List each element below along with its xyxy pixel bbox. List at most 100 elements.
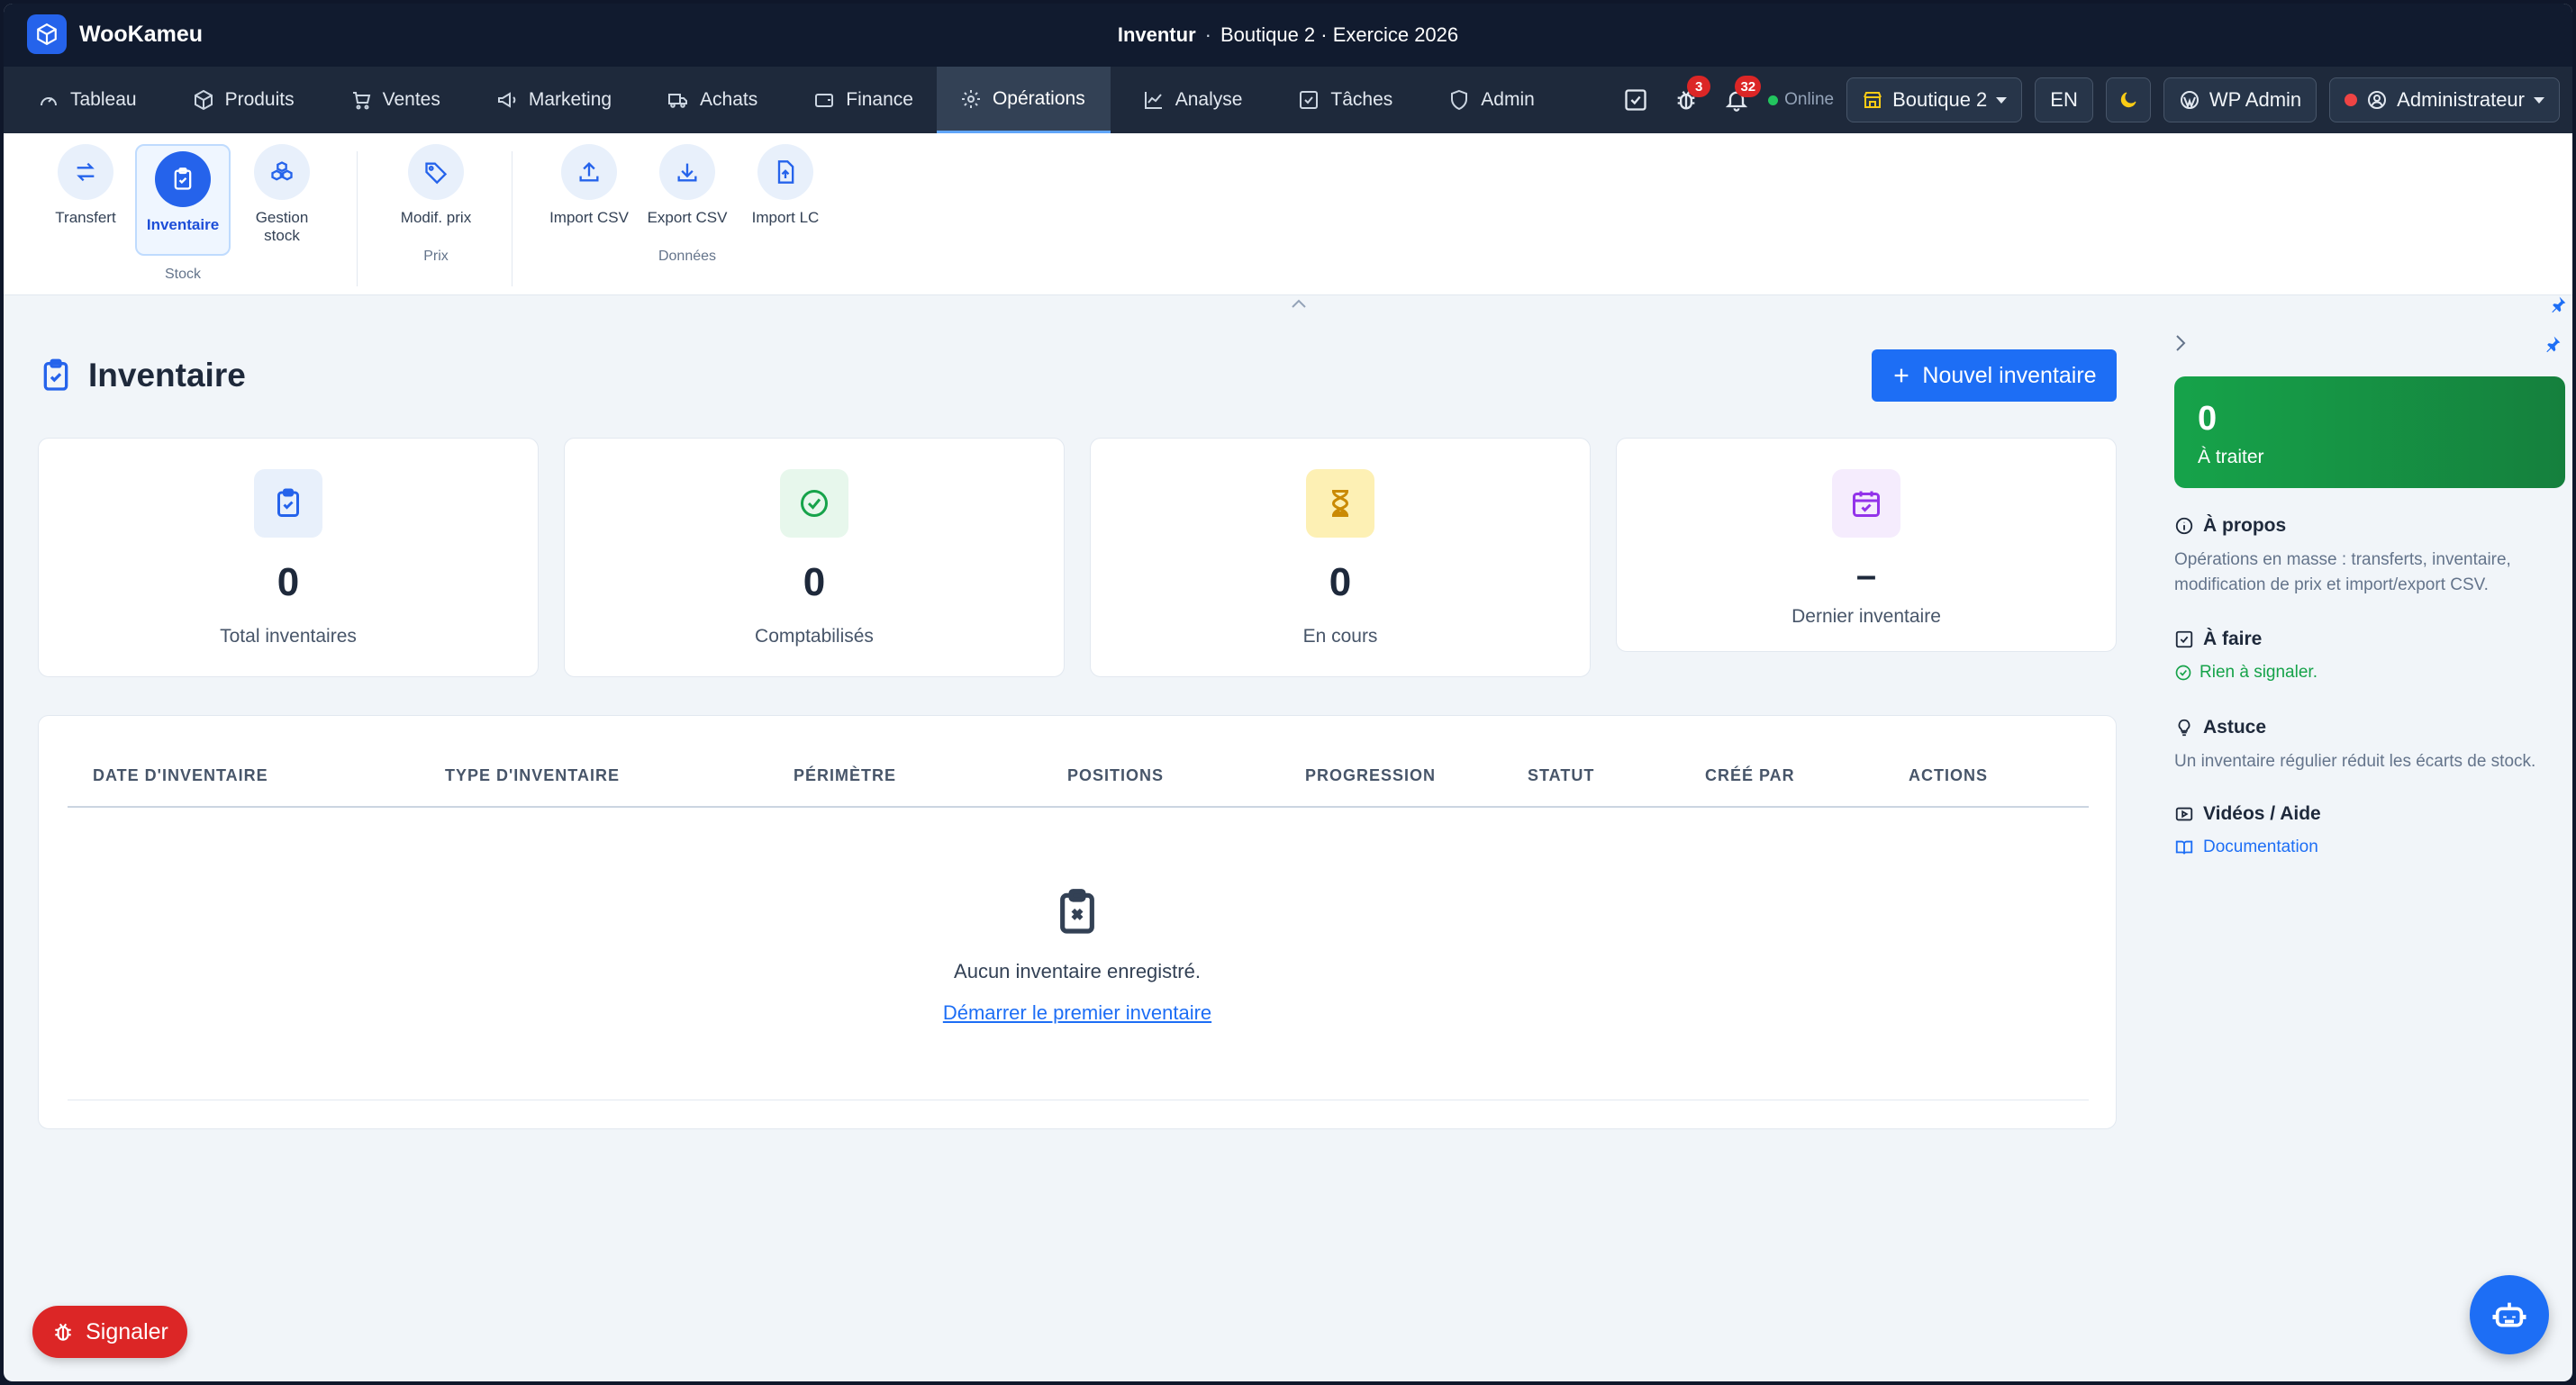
report-bug-label: Signaler: [86, 1318, 168, 1344]
nav-item-admin[interactable]: Admin: [1416, 67, 1558, 133]
ribbon-label: Modif. prix: [400, 209, 472, 226]
nav-label: Tableau: [70, 89, 137, 110]
side-about-title: À propos: [2203, 515, 2287, 536]
wordpress-icon: [2180, 91, 2199, 109]
tasks-check-button[interactable]: [1617, 81, 1655, 119]
bug-icon: [55, 1323, 71, 1341]
side-panel-collapse-chevron-right-icon[interactable]: [2174, 333, 2187, 358]
notifications-button[interactable]: 32: [1718, 76, 1762, 119]
online-label: Online: [1784, 90, 1835, 109]
language-button[interactable]: EN: [2035, 77, 2093, 122]
new-inventory-button[interactable]: Nouvel inventaire: [1872, 349, 2117, 402]
ribbon-export-csv-button[interactable]: Export CSV: [639, 144, 735, 227]
notification-count-badge: 32: [1735, 76, 1762, 97]
bug-report-button[interactable]: 3: [1667, 76, 1711, 119]
column-header-cree-par[interactable]: CRÉÉ PAR: [1705, 766, 1795, 785]
ribbon-label: Inventaire: [146, 216, 220, 233]
gauge-icon: [41, 97, 57, 106]
window-title-separator: ·: [1204, 23, 1211, 46]
nav-item-marketing[interactable]: Marketing: [464, 67, 635, 133]
ribbon-pin-icon[interactable]: [2549, 295, 2567, 318]
side-todo-title: À faire: [2203, 629, 2263, 649]
todo-summary-card[interactable]: 0 À traiter: [2174, 376, 2565, 488]
ribbon-inventaire-button[interactable]: Inventaire: [135, 144, 231, 256]
start-first-inventory-link[interactable]: Démarrer le premier inventaire: [943, 1001, 1211, 1025]
empty-state-text: Aucun inventaire enregistré.: [954, 960, 1201, 982]
stat-value: 0: [803, 560, 826, 604]
wp-admin-button[interactable]: WP Admin: [2163, 77, 2317, 122]
checkbox-icon: [1300, 91, 1319, 109]
tag-icon: [408, 144, 464, 200]
stat-label: Comptabilisés: [755, 626, 874, 647]
page-title: Inventaire: [38, 357, 246, 394]
documentation-link[interactable]: Documentation: [2174, 837, 2571, 857]
ribbon-import-lc-button[interactable]: Import LC: [738, 144, 833, 227]
column-header-perimetre[interactable]: PÉRIMÈTRE: [794, 766, 896, 785]
download-icon: [659, 144, 715, 200]
documentation-label: Documentation: [2203, 837, 2318, 856]
window-title-app: Inventur: [1117, 23, 1196, 46]
nav-item-achats[interactable]: Achats: [635, 67, 781, 133]
report-bug-button[interactable]: Signaler: [32, 1306, 187, 1358]
side-videos-section: Vidéos / Aide Documentation: [2174, 803, 2571, 857]
title-bar: WooKameu Inventur · Boutique 2 · Exercice …: [4, 4, 2572, 67]
ribbon-label: Export CSV: [647, 209, 728, 226]
column-header-statut[interactable]: STATUT: [1528, 766, 1594, 785]
user-menu[interactable]: Administrateur: [2329, 77, 2560, 122]
nav-item-produits[interactable]: Produits: [160, 67, 318, 133]
nav-item-tableau[interactable]: Tableau: [4, 67, 160, 133]
stat-label: En cours: [1302, 626, 1378, 647]
side-panel-pin-icon[interactable]: [2544, 335, 2562, 358]
ribbon-label-line1: Gestion: [255, 209, 309, 226]
online-dot: [1768, 95, 1779, 105]
nav-item-ventes[interactable]: Ventes: [318, 67, 464, 133]
ribbon-collapse-chevron-up-icon[interactable]: [1290, 297, 1308, 313]
nav-item-taches[interactable]: Tâches: [1265, 67, 1416, 133]
cart-icon: [352, 92, 370, 110]
ribbon-group-prix: Prix: [423, 249, 449, 264]
bug-count-badge: 3: [1687, 76, 1711, 97]
ribbon-label: Transfert: [55, 209, 116, 226]
megaphone-icon: [497, 92, 516, 108]
nav-label: Analyse: [1175, 89, 1243, 110]
nav-item-analyse[interactable]: Analyse: [1111, 67, 1266, 133]
video-play-icon: [2175, 807, 2193, 821]
ribbon-label-line2: stock: [264, 227, 300, 244]
checkbox-icon: [1625, 89, 1646, 111]
nav-item-finance[interactable]: Finance: [781, 67, 937, 133]
empty-state: Aucun inventaire enregistré. Démarrer le…: [39, 887, 2116, 1025]
info-icon: [2175, 517, 2193, 535]
stat-label: Total inventaires: [220, 626, 357, 647]
language-label: EN: [2050, 88, 2078, 111]
stat-card-total: 0 Total inventaires: [38, 438, 539, 677]
column-header-type[interactable]: TYPE D'INVENTAIRE: [445, 766, 620, 785]
online-status: Online: [1768, 90, 1834, 110]
side-about-heading: À propos: [2174, 515, 2571, 537]
ribbon-label: Gestion stock: [234, 209, 330, 245]
nav-label: Tâches: [1330, 89, 1393, 110]
column-header-positions[interactable]: POSITIONS: [1067, 766, 1164, 785]
column-header-date[interactable]: DATE D'INVENTAIRE: [93, 766, 268, 785]
main-nav: Tableau Produits Ventes Marketing Achats…: [4, 67, 2572, 133]
theme-toggle[interactable]: [2105, 77, 2151, 122]
table-header: DATE D'INVENTAIRE TYPE D'INVENTAIRE PÉRI…: [68, 716, 2089, 808]
ribbon-toolbar: Transfert Inventaire Gestion stock Stock…: [4, 133, 2572, 295]
ribbon-gestion-stock-button[interactable]: Gestion stock: [234, 144, 330, 245]
ribbon-divider: [357, 151, 358, 286]
ribbon-import-csv-button[interactable]: Import CSV: [541, 144, 637, 227]
store-selector[interactable]: Boutique 2: [1846, 77, 2023, 122]
stat-label: Dernier inventaire: [1791, 606, 1941, 627]
todo-label: À traiter: [2198, 447, 2264, 467]
robot-icon: [2492, 1302, 2526, 1327]
file-upload-icon: [757, 144, 813, 200]
store-icon: [1864, 92, 1882, 108]
nav-label: Produits: [224, 89, 295, 110]
ribbon-transfert-button[interactable]: Transfert: [38, 144, 133, 227]
side-tip-section: Astuce Un inventaire régulier réduit les…: [2174, 717, 2571, 774]
ribbon-label: Import CSV: [549, 209, 629, 226]
column-header-progression[interactable]: PROGRESSION: [1305, 766, 1436, 785]
stat-value: –: [1855, 556, 1877, 595]
ribbon-modif-prix-button[interactable]: Modif. prix: [388, 144, 484, 227]
assistant-bot-button[interactable]: [2470, 1275, 2549, 1354]
nav-item-operations[interactable]: Opérations: [936, 67, 1111, 133]
